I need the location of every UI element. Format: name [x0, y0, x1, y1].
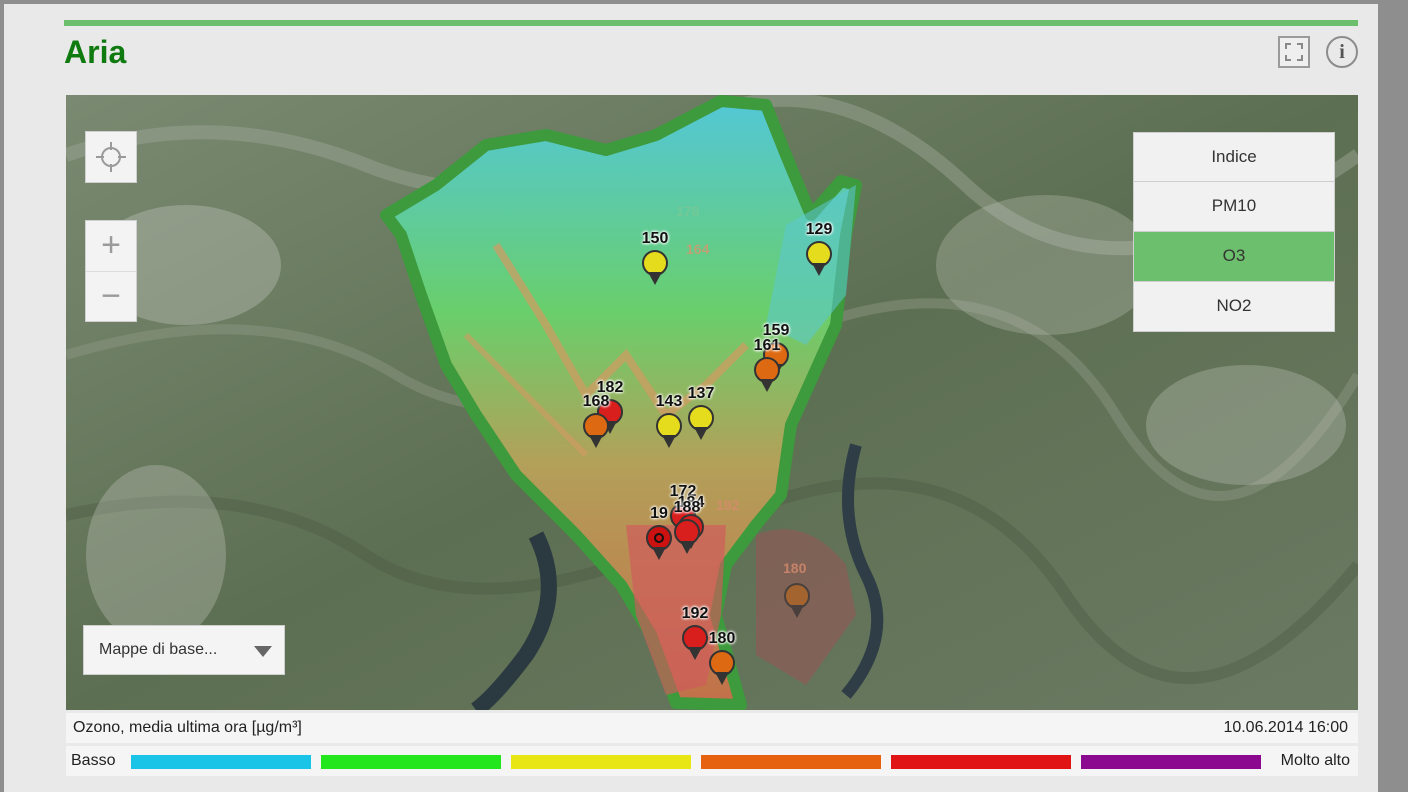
legend-swatch	[1081, 755, 1261, 769]
station-value: 19	[650, 505, 668, 522]
zoom-out-button[interactable]: −	[86, 271, 136, 322]
legend-swatch	[511, 755, 691, 769]
station-value: 168	[582, 393, 610, 410]
basemap-select-label: Mappe di base...	[99, 641, 218, 658]
station-value: 192	[681, 605, 709, 622]
station-value: 180	[708, 630, 736, 647]
layer-pm10[interactable]: PM10	[1133, 182, 1335, 232]
map-view[interactable]: + − Indice PM10 O3 NO2 178 164 192 180 1…	[66, 95, 1358, 710]
faded-station-label: 164	[686, 241, 710, 257]
layer-o3[interactable]: O3	[1133, 232, 1335, 282]
layer-no2[interactable]: NO2	[1133, 282, 1335, 332]
color-legend: Basso Molto alto	[66, 746, 1358, 776]
timestamp: 10.06.2014 16:00	[1223, 719, 1348, 736]
chevron-down-icon	[254, 646, 272, 657]
legend-high-label: Molto alto	[1280, 752, 1350, 769]
crosshair-icon	[96, 142, 126, 172]
layer-indice[interactable]: Indice	[1133, 132, 1335, 182]
station-value: 129	[805, 221, 833, 238]
info-icon[interactable]: i	[1326, 36, 1358, 68]
pollutant-selector: Indice PM10 O3 NO2	[1133, 132, 1335, 332]
locate-button[interactable]	[85, 131, 137, 183]
station-value: 137	[687, 385, 715, 402]
legend-swatch	[891, 755, 1071, 769]
faded-station-label: 178	[676, 203, 700, 219]
panel-title: Aria	[64, 34, 127, 70]
legend-swatch	[701, 755, 881, 769]
panel-top-bar	[64, 20, 1358, 26]
station-value: 161	[753, 337, 781, 354]
basemap-select[interactable]: Mappe di base...	[83, 625, 285, 675]
legend-low-label: Basso	[71, 752, 116, 769]
selected-dot-icon	[654, 533, 664, 543]
legend-swatch	[131, 755, 311, 769]
fullscreen-icon[interactable]	[1278, 36, 1310, 68]
map-info-row: Ozono, media ultima ora [µg/m³] 10.06.20…	[66, 713, 1358, 743]
zoom-in-button[interactable]: +	[86, 221, 136, 271]
station-value: 150	[641, 230, 669, 247]
legend-swatch	[321, 755, 501, 769]
map-caption: Ozono, media ultima ora [µg/m³]	[73, 719, 302, 736]
faded-station-label: 180	[783, 560, 807, 576]
faded-station-label: 192	[716, 497, 740, 513]
zoom-control: + −	[85, 220, 137, 322]
